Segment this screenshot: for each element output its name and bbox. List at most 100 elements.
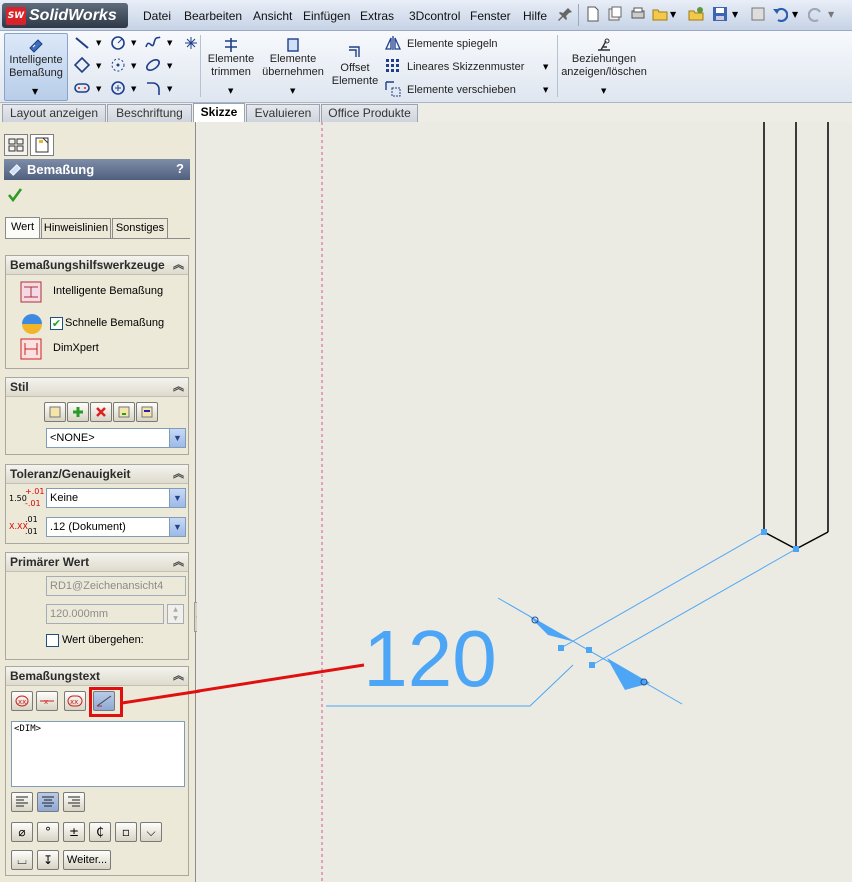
- slot-dropdown-icon[interactable]: ▼: [96, 85, 101, 93]
- centerline-symbol-button[interactable]: ₵: [89, 822, 111, 842]
- diameter-symbol-button[interactable]: ⌀: [11, 822, 33, 842]
- graphics-area[interactable]: 120: [197, 122, 852, 882]
- dimension-text-area[interactable]: <DIM>: [11, 721, 185, 787]
- dimension-value-text[interactable]: 120: [363, 614, 496, 703]
- tab-skizze[interactable]: Skizze: [193, 103, 245, 123]
- new-from-template-icon[interactable]: [607, 6, 623, 22]
- tab-hinweislinien[interactable]: Hinweislinien: [41, 218, 111, 238]
- group-header[interactable]: Stil ︽: [6, 378, 188, 397]
- save-icon[interactable]: [712, 6, 728, 22]
- linear-pattern-label[interactable]: Lineares Skizzenmuster: [407, 61, 524, 74]
- move-dropdown-icon[interactable]: ▼: [543, 86, 548, 94]
- arc-dropdown-icon[interactable]: ▼: [131, 62, 136, 70]
- trim-dropdown-icon[interactable]: ▼: [228, 87, 233, 95]
- tolerance-select[interactable]: Keine ▼: [46, 488, 186, 508]
- align-left-button[interactable]: [11, 792, 33, 812]
- dimension-value-field[interactable]: 120.000mm: [46, 604, 164, 624]
- align-right-button[interactable]: [63, 792, 85, 812]
- linear-pattern-icon[interactable]: [385, 58, 401, 74]
- smart-dimension-dropdown-icon[interactable]: ▼: [32, 87, 38, 96]
- collapse-icon[interactable]: ︽: [173, 553, 184, 571]
- delete-style-button[interactable]: [90, 402, 112, 422]
- dimxpert-icon[interactable]: [20, 338, 42, 360]
- menu-fenster[interactable]: Fenster: [470, 9, 511, 23]
- property-manager-tab[interactable]: [30, 134, 54, 156]
- save-dropdown-icon[interactable]: ▼: [732, 10, 738, 19]
- tab-layout-anzeigen[interactable]: Layout anzeigen: [2, 104, 106, 122]
- print-preview-icon[interactable]: [630, 6, 646, 22]
- spline-tool-icon[interactable]: [145, 35, 161, 51]
- group-header[interactable]: Bemaßungstext ︽: [6, 667, 188, 686]
- collapse-icon[interactable]: ︽: [173, 667, 184, 685]
- offset-entities-button[interactable]: Offset Elemente: [330, 33, 380, 101]
- ellipse-tool-icon[interactable]: [145, 57, 161, 73]
- circle-dropdown-icon[interactable]: ▼: [131, 39, 136, 47]
- display-relations-button[interactable]: Beziehungen anzeigen/löschen ▼: [560, 33, 648, 101]
- inspection-dimension-button[interactable]: xx: [64, 691, 86, 711]
- apply-default-style-button[interactable]: [44, 402, 66, 422]
- dimension-handles[interactable]: [558, 529, 799, 668]
- menu-extras[interactable]: Extras: [360, 9, 394, 23]
- move-entities-label[interactable]: Elemente verschieben: [407, 84, 516, 97]
- mirror-icon[interactable]: [385, 35, 401, 51]
- pattern-dropdown-icon[interactable]: ▼: [543, 63, 548, 71]
- solidworks-logo[interactable]: SW SolidWorks: [2, 3, 128, 28]
- fillet-tool-icon[interactable]: [145, 80, 161, 96]
- style-select[interactable]: <NONE> ▼: [46, 428, 186, 448]
- more-button[interactable]: Weiter...: [63, 850, 111, 870]
- save-style-button[interactable]: [113, 402, 135, 422]
- convert-entities-button[interactable]: Elemente übernehmen ▼: [260, 33, 326, 101]
- rectangle-dropdown-icon[interactable]: ▼: [96, 62, 101, 70]
- redo-dropdown-icon[interactable]: ▼: [828, 10, 834, 19]
- degree-symbol-button[interactable]: °: [37, 822, 59, 842]
- polygon-tool-icon[interactable]: [110, 80, 126, 96]
- new-file-icon[interactable]: [585, 6, 601, 22]
- plus-minus-button[interactable]: ±: [63, 822, 85, 842]
- pin-icon[interactable]: [558, 6, 574, 22]
- dimension-name-field[interactable]: RD1@Zeichenansicht4: [46, 576, 186, 596]
- chevron-down-icon[interactable]: ▼: [169, 489, 185, 507]
- convert-dropdown-icon[interactable]: ▼: [290, 87, 295, 95]
- menu-ansicht[interactable]: Ansicht: [253, 9, 292, 23]
- group-header[interactable]: Primärer Wert ︽: [6, 553, 188, 572]
- menu-bearbeiten[interactable]: Bearbeiten: [184, 9, 242, 23]
- menu-datei[interactable]: Datei: [143, 9, 171, 23]
- fillet-dropdown-icon[interactable]: ▼: [167, 85, 172, 93]
- open-folder-icon[interactable]: [652, 6, 668, 22]
- redo-icon[interactable]: [808, 6, 824, 22]
- line-dropdown-icon[interactable]: ▼: [96, 39, 101, 47]
- menu-3dcontrol[interactable]: 3Dcontrol: [409, 9, 460, 23]
- square-symbol-button[interactable]: ▫: [115, 822, 137, 842]
- open-dropdown-icon[interactable]: ▼: [670, 10, 676, 19]
- tab-evaluieren[interactable]: Evaluieren: [246, 104, 320, 122]
- mirror-label[interactable]: Elemente spiegeln: [407, 38, 498, 51]
- collapse-icon[interactable]: ︽: [173, 465, 184, 483]
- quick-dimension-checkbox[interactable]: ✔: [50, 317, 63, 330]
- center-dimension-button[interactable]: x: [36, 691, 58, 711]
- menu-einfuegen[interactable]: Einfügen: [303, 9, 350, 23]
- tool-label-quick[interactable]: Schnelle Bemaßung: [65, 317, 164, 329]
- chevron-down-icon[interactable]: ▼: [169, 429, 185, 447]
- spline-dropdown-icon[interactable]: ▼: [167, 39, 172, 47]
- open-recent-icon[interactable]: [688, 6, 704, 22]
- ellipse-dropdown-icon[interactable]: ▼: [167, 62, 172, 70]
- undo-dropdown-icon[interactable]: ▼: [792, 10, 798, 19]
- add-parentheses-button[interactable]: xx: [11, 691, 33, 711]
- smart-dimension-button[interactable]: Intelligente Bemaßung ▼: [4, 33, 68, 101]
- feature-manager-tab[interactable]: [4, 134, 28, 156]
- tab-office-produkte[interactable]: Office Produkte: [321, 104, 418, 122]
- tab-beschriftung[interactable]: Beschriftung: [107, 104, 192, 122]
- rebuild-icon[interactable]: [750, 6, 766, 22]
- ok-checkmark-icon[interactable]: [7, 187, 23, 203]
- rectangle-tool-icon[interactable]: [74, 57, 90, 73]
- move-entities-icon[interactable]: [385, 81, 401, 97]
- value-spinner[interactable]: ▲ ▼: [167, 604, 184, 624]
- override-value-label[interactable]: Wert übergehen:: [62, 634, 144, 646]
- more-symbols-dropdown[interactable]: ⌵: [140, 822, 162, 842]
- depth-symbol-button[interactable]: ↧: [37, 850, 59, 870]
- help-icon[interactable]: ?: [176, 161, 184, 176]
- add-style-button[interactable]: [67, 402, 89, 422]
- chevron-down-icon[interactable]: ▼: [169, 518, 185, 536]
- point-tool-icon[interactable]: [183, 35, 199, 51]
- circle-tool-icon[interactable]: [110, 35, 126, 51]
